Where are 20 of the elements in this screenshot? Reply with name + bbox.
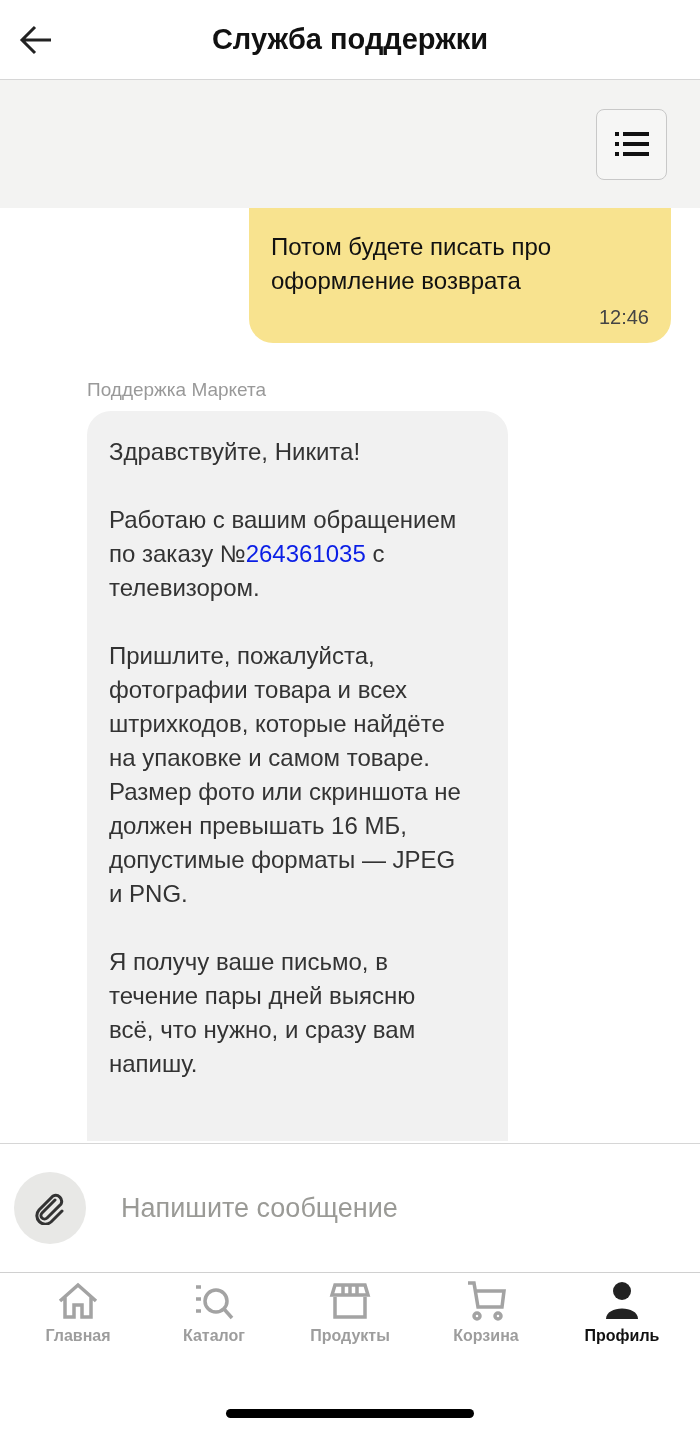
message-time: 12:46: [598, 306, 649, 329]
message-paragraph: Здравствуйте, Никита!: [109, 437, 362, 467]
storefront-icon: [328, 1281, 372, 1321]
message-paragraph: Я получу ваше письмо, в течение пары дней выясню всё, что нужно, и сразу вам напишу.: [109, 947, 417, 1079]
back-arrow-icon: [19, 25, 53, 55]
tab-bar-item[interactable]: Главная: [18, 1281, 138, 1383]
screen-title: Служба поддержки: [211, 23, 489, 56]
message-input-field[interactable]: Напишите сообщение: [119, 1191, 623, 1225]
tab-bar-item[interactable]: Каталог: [154, 1281, 274, 1383]
tab-bar-item[interactable]: Профиль: [562, 1281, 682, 1383]
sender-name: Поддержка Маркета: [87, 379, 268, 401]
message-text: Потом будете писать про оформление возврата: [271, 232, 553, 296]
tab-bar-item[interactable]: Корзина: [426, 1281, 546, 1383]
message-paragraph: Пришлите, пожалуйста, фотографии товара и всех штрихкодов, которые найдёте на упаковке и самом товаре. Размер фото или скриншота не должен превышать 16 МБ, допустимые форматы — JPEG и PNG.: [109, 641, 462, 909]
menu-button[interactable]: [596, 108, 667, 180]
tab-bar-item[interactable]: Продукты: [290, 1281, 410, 1383]
order-link[interactable]: 264361035: [245, 540, 366, 567]
message-paragraph: Работаю с вашим обращением по заказу №264361035 с телевизором.: [109, 505, 458, 603]
house-icon: [56, 1281, 100, 1321]
list-icon: [614, 132, 649, 156]
